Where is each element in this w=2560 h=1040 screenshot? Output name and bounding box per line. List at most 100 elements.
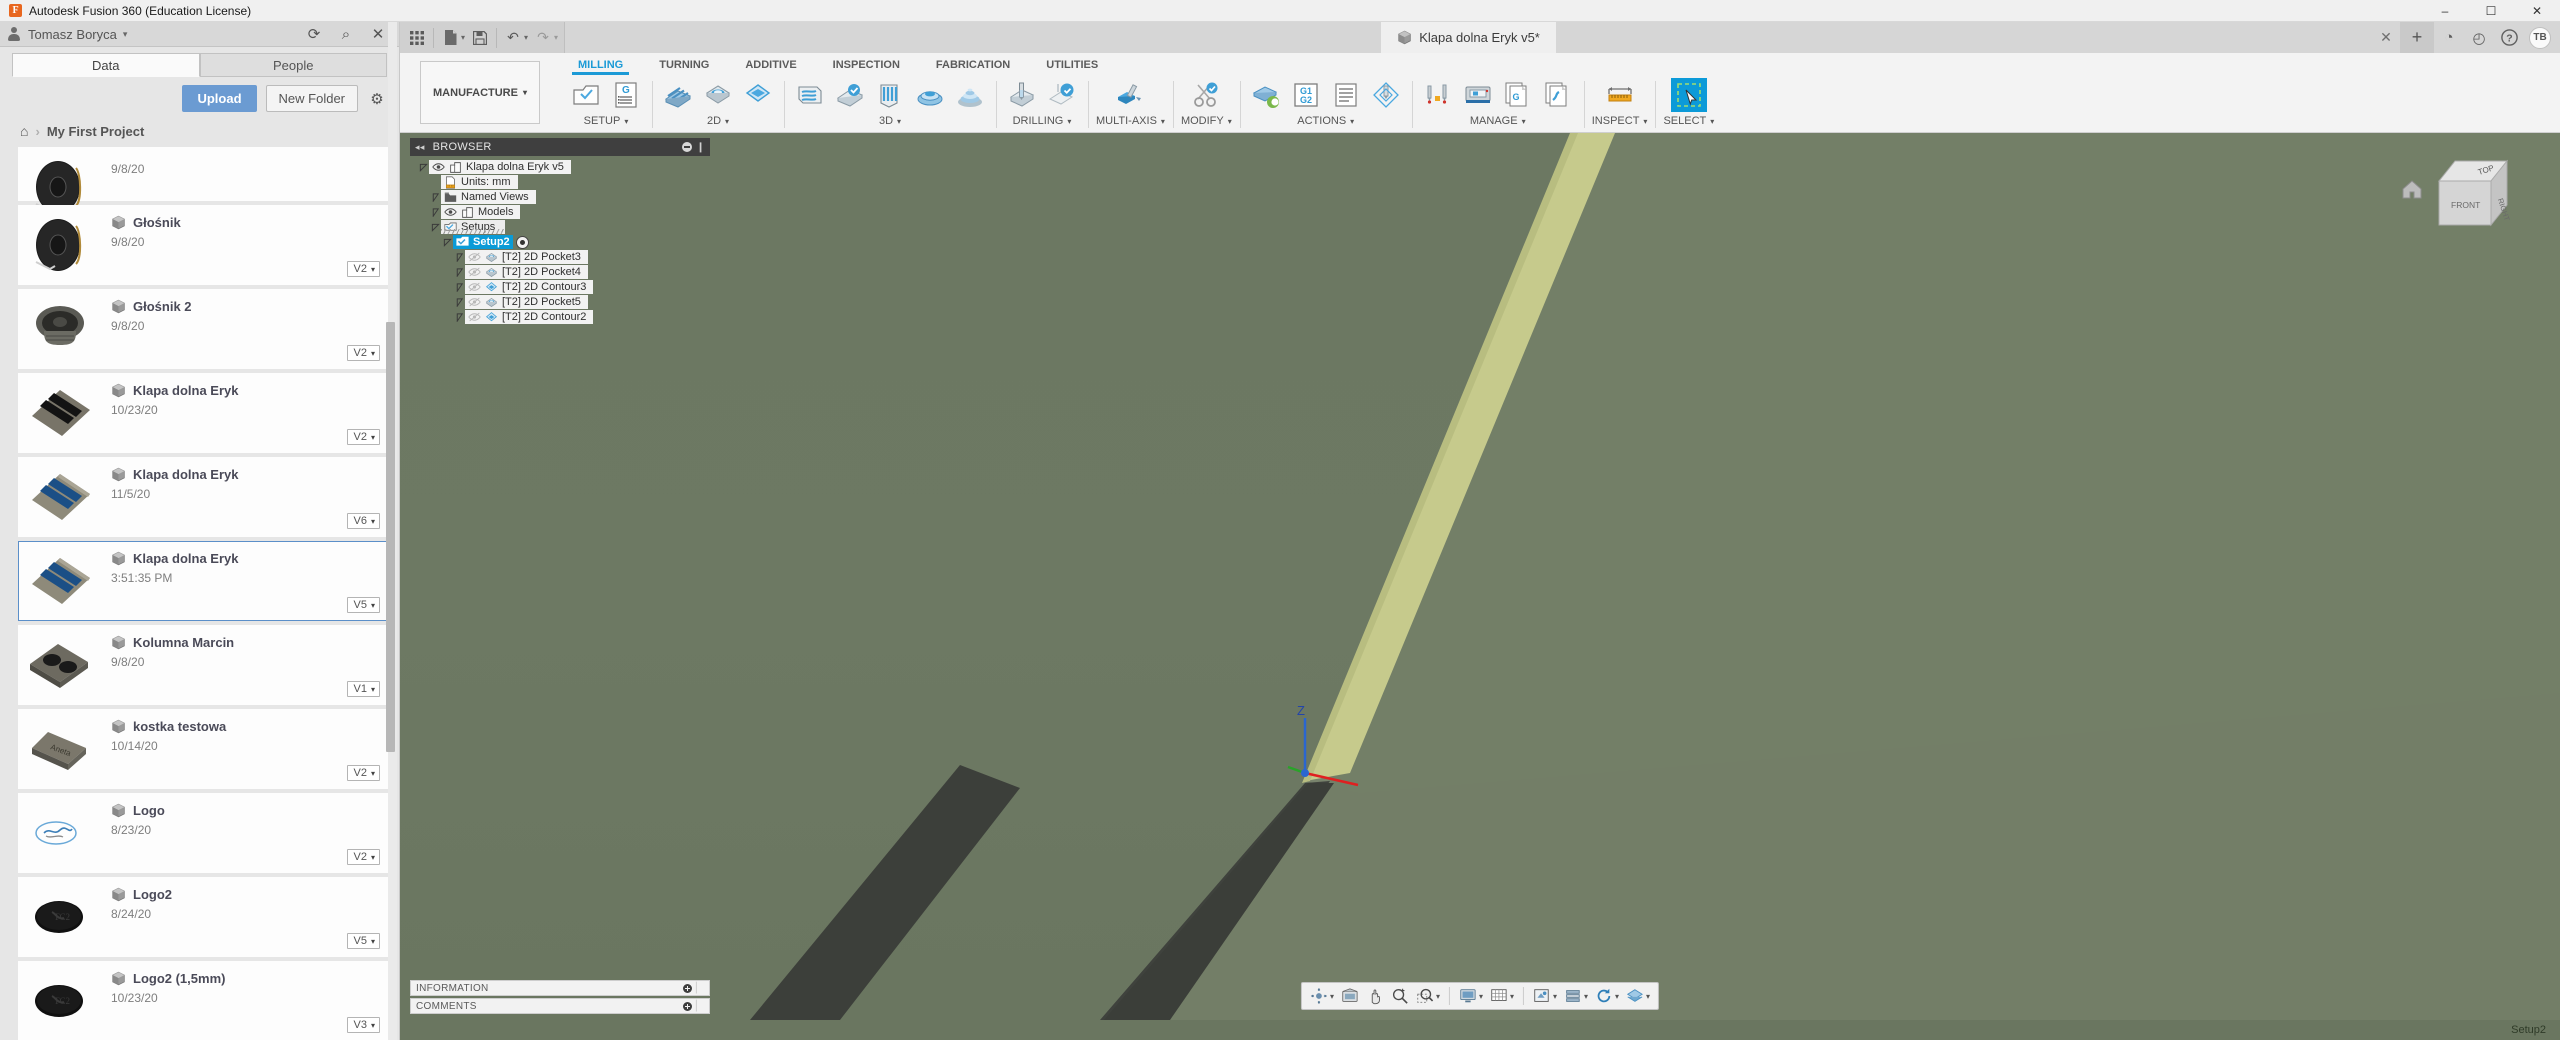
viewports-icon[interactable]: ▾: [1530, 984, 1560, 1008]
machine-library-icon[interactable]: [1460, 78, 1496, 112]
browser-item-chip[interactable]: Setups: [441, 220, 506, 234]
2d-contour-icon[interactable]: [740, 78, 776, 112]
zoom-icon[interactable]: [1388, 984, 1412, 1008]
expand-arrow-closed-icon[interactable]: [454, 297, 465, 307]
version-badge[interactable]: V5 ▾: [346, 933, 380, 949]
scallop-icon[interactable]: [912, 78, 948, 112]
version-badge[interactable]: V1 ▾: [346, 681, 380, 697]
simulate-icon[interactable]: [1248, 78, 1284, 112]
home-icon[interactable]: ⌂: [20, 123, 28, 139]
scrollbar-thumb[interactable]: [386, 322, 395, 752]
chevron-down-icon[interactable]: ▾: [371, 685, 375, 694]
chevron-down-icon[interactable]: ▾: [123, 29, 128, 40]
data-panel-scrollbar[interactable]: [386, 22, 397, 1040]
ribbon-panel-label[interactable]: 2D ▾: [707, 115, 729, 127]
redo-icon[interactable]: ↷: [530, 25, 556, 51]
chevron-down-icon[interactable]: ▾: [371, 601, 375, 610]
list-item[interactable]: TC2 Logo2 8/24/20 V5 ▾: [18, 877, 389, 957]
post-library-icon[interactable]: G: [1500, 78, 1536, 112]
swarf-icon[interactable]: [1112, 78, 1148, 112]
eye-icon[interactable]: [444, 206, 457, 219]
expand-arrow-closed-icon[interactable]: [454, 312, 465, 322]
list-item[interactable]: Klapa dolna Eryk 10/23/20 V2 ▾: [18, 373, 389, 453]
browser-tree-item[interactable]: [T2] 2D Contour2: [410, 310, 710, 324]
version-badge[interactable]: V2 ▾: [346, 765, 380, 781]
tab-data[interactable]: Data: [12, 53, 200, 77]
section-icon[interactable]: ▾: [1561, 984, 1591, 1008]
browser-item-chip[interactable]: [T2] 2D Contour2: [465, 310, 594, 324]
ribbon-tab-additive[interactable]: ADDITIVE: [727, 55, 814, 75]
display-settings-icon[interactable]: ▾: [1456, 984, 1486, 1008]
zoom-window-icon[interactable]: ▾: [1413, 984, 1443, 1008]
browser-tree-item[interactable]: [T2] 2D Pocket3: [410, 250, 710, 264]
browser-tree-item[interactable]: [T2] 2D Contour3: [410, 280, 710, 294]
chevron-down-icon[interactable]: ▾: [524, 33, 528, 42]
grid-snap-icon[interactable]: ▾: [1487, 984, 1517, 1008]
minimize-panel-icon[interactable]: [683, 1001, 692, 1011]
refresh-view-icon[interactable]: ▾: [1592, 984, 1622, 1008]
grip-icon[interactable]: ▏: [696, 983, 704, 994]
pan-icon[interactable]: [1363, 984, 1387, 1008]
chevron-down-icon[interactable]: ▾: [1436, 992, 1440, 1001]
app-grid-icon[interactable]: [404, 25, 430, 51]
ribbon-panel-label[interactable]: INSPECT ▾: [1592, 115, 1648, 127]
object-visibility-icon[interactable]: ▾: [1623, 984, 1653, 1008]
browser-tree-item[interactable]: Models: [410, 205, 710, 219]
trim-icon[interactable]: [1188, 78, 1224, 112]
grip-icon[interactable]: ❙: [696, 142, 705, 153]
list-item[interactable]: Klapa dolna Eryk 11/5/20 V6 ▾: [18, 457, 389, 537]
select-icon[interactable]: [1670, 78, 1707, 112]
navigation-bar[interactable]: ▾ ▾ ▾ ▾ ▾ ▾ ▾ ▾: [1300, 982, 1660, 1010]
look-at-icon[interactable]: [1338, 984, 1362, 1008]
close-panel-icon[interactable]: ✕: [369, 25, 387, 43]
tool-library-icon[interactable]: [1420, 78, 1456, 112]
chevron-down-icon[interactable]: ▾: [371, 265, 375, 274]
version-badge[interactable]: V2 ▾: [346, 261, 380, 277]
probe-wcs-icon[interactable]: [1368, 78, 1404, 112]
expand-arrow-closed-icon[interactable]: [454, 282, 465, 292]
version-badge[interactable]: V5 ▾: [346, 597, 380, 613]
close-tab-icon[interactable]: ✕: [2372, 22, 2400, 53]
ribbon-panel-label[interactable]: MODIFY ▾: [1181, 115, 1232, 127]
gauge-icon[interactable]: ◔: [2434, 22, 2464, 53]
setup-icon[interactable]: [568, 78, 604, 112]
expand-arrow-closed-icon[interactable]: [430, 207, 441, 217]
ribbon-panel-label[interactable]: SELECT ▾: [1663, 115, 1714, 127]
chevron-down-icon[interactable]: ▾: [1330, 992, 1334, 1001]
panel-information[interactable]: INFORMATION ▏: [410, 980, 710, 996]
workspace-switcher[interactable]: MANUFACTURE ▾: [420, 61, 540, 124]
breadcrumb-project[interactable]: My First Project: [47, 124, 145, 139]
browser-tree-item[interactable]: [T2] 2D Pocket5: [410, 295, 710, 309]
ribbon-tab-milling[interactable]: MILLING: [560, 55, 641, 75]
browser-tree-item[interactable]: Named Views: [410, 190, 710, 204]
browser-tree-item[interactable]: Setup2: [410, 235, 710, 249]
chevron-down-icon[interactable]: ▾: [1584, 992, 1588, 1001]
chevron-down-icon[interactable]: ▾: [371, 349, 375, 358]
browser-item-chip[interactable]: Setup2: [453, 235, 513, 249]
ribbon-tab-inspection[interactable]: INSPECTION: [815, 55, 918, 75]
list-item[interactable]: Kolumna Marcin 9/8/20 V1 ▾: [18, 625, 389, 705]
ribbon-panel-label[interactable]: MULTI-AXIS ▾: [1096, 115, 1165, 127]
browser-item-chip[interactable]: Klapa dolna Eryk v5: [429, 160, 571, 174]
post-process-icon[interactable]: G1 G2: [1288, 78, 1324, 112]
browser-tree-item[interactable]: Klapa dolna Eryk v5: [410, 160, 710, 174]
ribbon-panel-label[interactable]: SETUP ▾: [584, 115, 629, 127]
setup-sheet-icon[interactable]: [1328, 78, 1364, 112]
version-badge[interactable]: V2 ▾: [346, 429, 380, 445]
expand-arrow-closed-icon[interactable]: [454, 252, 465, 262]
browser-tree-item[interactable]: Setups: [410, 220, 710, 234]
drill-probe-icon[interactable]: [1044, 78, 1080, 112]
ribbon-panel-label[interactable]: DRILLING ▾: [1013, 115, 1072, 127]
browser-item-chip[interactable]: [T2] 2D Pocket5: [465, 295, 588, 309]
version-badge[interactable]: V2 ▾: [346, 345, 380, 361]
list-item[interactable]: TC2 Logo2 (1,5mm) 10/23/20 V3 ▾: [18, 961, 389, 1040]
adaptive-clearing-icon[interactable]: [792, 78, 828, 112]
eye-off-icon[interactable]: [468, 281, 481, 294]
list-item[interactable]: Głośnik 9/8/20 V2 ▾: [18, 205, 389, 285]
maximize-button[interactable]: ☐: [2468, 0, 2514, 22]
close-button[interactable]: ✕: [2514, 0, 2560, 22]
collapse-icon[interactable]: ◂◂: [415, 142, 425, 153]
list-item[interactable]: Logo 8/23/20 V2 ▾: [18, 793, 389, 873]
viewport-canvas[interactable]: Z ◂◂ BROWSER ❙ Klapa dolna Eryk v5 Units:…: [400, 133, 2560, 1020]
parallel-icon[interactable]: [872, 78, 908, 112]
